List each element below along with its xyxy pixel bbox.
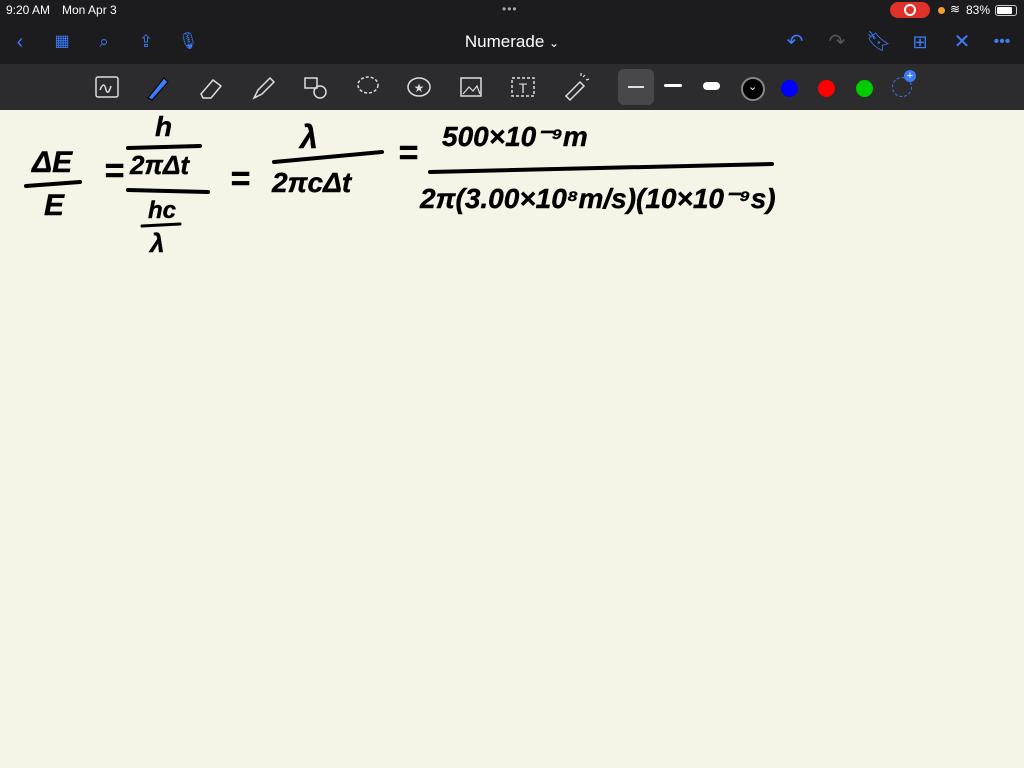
status-bar: 9:20 AM Mon Apr 3 ••• ≋ 83%	[0, 0, 1024, 20]
fraction3-denominator: 2π(3.00×10⁸m/s)(10×10⁻⁹s)	[419, 183, 776, 214]
status-time: 9:20 AM	[6, 3, 51, 17]
color-green-swatch[interactable]	[856, 80, 873, 97]
color-red-swatch[interactable]	[818, 80, 835, 97]
fraction1-bottom-den: λ	[148, 228, 164, 258]
fraction3-numerator: 500×10⁻⁹m	[442, 121, 588, 152]
fraction1-top: h	[155, 111, 172, 142]
redo-icon[interactable]: ↷	[825, 30, 849, 54]
wifi-icon: ≋	[950, 2, 961, 16]
lasso-icon[interactable]	[353, 72, 383, 102]
add-page-icon[interactable]: ⊞	[908, 30, 932, 54]
color-black-swatch[interactable]: ⌄	[741, 77, 765, 101]
shapes-icon[interactable]	[300, 72, 330, 102]
mic-indicator-icon	[938, 7, 945, 14]
equals-3: =	[398, 134, 418, 172]
fraction1-mid: 2πΔt	[129, 150, 190, 180]
fraction2-numerator: λ	[298, 119, 318, 155]
sticker-icon[interactable]: ★	[404, 72, 434, 102]
close-icon[interactable]: ✕	[950, 30, 974, 54]
lhs-numerator: ΔE	[31, 146, 73, 179]
navigation-bar: ‹ ▦ ⌕ ⇪ 🎙 Numerade ⌄ ↶ ↷ 🔖︎ ⊞ ✕ •••	[0, 24, 1024, 60]
medium-stroke-button[interactable]	[664, 84, 682, 87]
color-blue-swatch[interactable]	[781, 80, 798, 97]
drawing-toolbar: ★ T ⌄ +	[0, 64, 1024, 110]
thick-stroke-button[interactable]	[703, 82, 720, 90]
bookmark-icon[interactable]: 🔖︎	[866, 30, 891, 54]
battery-percent: 83%	[966, 3, 991, 17]
more-icon[interactable]: •••	[990, 30, 1014, 54]
laser-pointer-icon[interactable]	[560, 72, 590, 102]
fraction1-bottom-num: hc	[148, 197, 176, 224]
pen-icon[interactable]	[142, 72, 172, 102]
multitask-dots-icon[interactable]: •••	[502, 2, 518, 16]
thin-stroke-button[interactable]	[618, 69, 654, 105]
fraction2-denominator: 2πcΔt	[271, 167, 353, 198]
handwritten-equation: ΔE E = h 2πΔt hc λ = λ 2πcΔt = 500×10⁻⁹m…	[24, 111, 776, 258]
status-date: Mon Apr 3	[62, 3, 117, 17]
svg-text:★: ★	[414, 81, 425, 95]
screen-record-icon[interactable]	[890, 2, 930, 18]
image-icon[interactable]	[456, 72, 486, 102]
add-color-icon[interactable]: +	[892, 70, 916, 97]
top-bar: 9:20 AM Mon Apr 3 ••• ≋ 83% ‹ ▦ ⌕ ⇪ 🎙 Nu…	[0, 0, 1024, 64]
text-tool-icon[interactable]: T	[508, 72, 538, 102]
svg-text:T: T	[519, 80, 528, 96]
handwriting-select-icon[interactable]	[92, 72, 122, 102]
note-canvas[interactable]: ΔE E = h 2πΔt hc λ = λ 2πcΔt = 500×10⁻⁹m…	[0, 110, 1024, 768]
undo-icon[interactable]: ↶	[783, 30, 807, 54]
eraser-icon[interactable]	[195, 72, 225, 102]
equals-2: =	[230, 160, 250, 198]
battery-icon	[995, 5, 1017, 16]
equals-1: =	[104, 152, 124, 190]
highlighter-icon[interactable]	[248, 72, 278, 102]
lhs-denominator: E	[44, 189, 65, 222]
